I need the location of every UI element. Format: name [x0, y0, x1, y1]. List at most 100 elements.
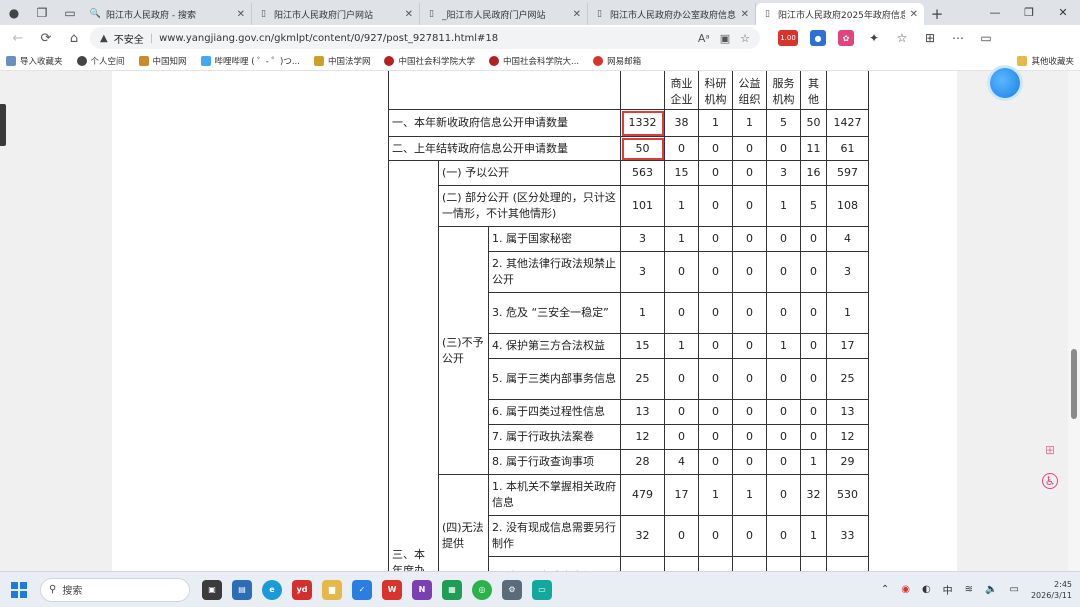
more-menu-icon[interactable]: ⋯ [950, 30, 966, 46]
bookmark-personal-space[interactable]: 个人空间 [76, 55, 125, 67]
folder-icon [6, 55, 16, 66]
start-icon[interactable] [8, 579, 30, 601]
profile-icon[interactable]: ● [0, 0, 28, 25]
extensions-puzzle-icon[interactable]: ✦ [866, 30, 882, 46]
restore-icon[interactable]: ❐ [1012, 0, 1046, 25]
floating-assistant-icon[interactable] [990, 68, 1020, 98]
close-icon[interactable]: ✕ [405, 9, 413, 20]
new-tab-button[interactable]: + [924, 3, 950, 25]
address-bar: ← ⟳ ⌂ ▲ 不安全 | www.yangjiang.gov.cn/gkmlp… [0, 25, 1080, 51]
tab-active-report[interactable]: ▯ 阳江市人民政府2025年政府信息 ✕ [756, 3, 924, 25]
page-icon: ▯ [261, 9, 266, 19]
table-row: 三、本年度办理结果 (一) 予以公开 563 15 0 0 3 16 597 [388, 160, 869, 571]
chevron-up-icon[interactable]: ⌃ [881, 584, 889, 595]
wifi-icon[interactable]: ≋ [965, 584, 973, 595]
wechat-icon[interactable]: ◎ [472, 579, 492, 600]
accessibility-icon[interactable]: ♿ [1042, 473, 1058, 489]
todo-icon[interactable]: ✓ [352, 579, 372, 600]
search-icon: 🔍 [89, 9, 102, 19]
file-explorer-icon[interactable]: ▆ [322, 579, 342, 600]
close-icon[interactable]: ✕ [741, 9, 749, 20]
bookmark-netease-mail[interactable]: 网易邮箱 [593, 55, 641, 67]
page-icon: ▯ [429, 9, 434, 19]
wps-icon[interactable]: W [382, 579, 402, 600]
volume-icon[interactable]: 🔈 [985, 584, 997, 595]
bookmark-cnki[interactable]: 中国知网 [138, 55, 187, 67]
url-field[interactable]: ▲ 不安全 | www.yangjiang.gov.cn/gkmlpt/cont… [90, 27, 760, 49]
minimize-icon[interactable]: — [978, 0, 1012, 25]
battery-icon[interactable]: ▭ [1010, 584, 1019, 595]
tray-app-icon[interactable]: ◉ [901, 584, 910, 595]
youdao-icon[interactable]: yd [292, 579, 312, 600]
close-icon[interactable]: ✕ [910, 9, 918, 20]
home-button[interactable]: ⌂ [62, 27, 86, 49]
tab-portal-2[interactable]: ▯ _阳江市人民政府门户网站 ✕ [420, 3, 588, 25]
extension-badge-icon[interactable]: 1.00 [778, 30, 798, 46]
tray-app-icon-2[interactable]: ◐ [922, 584, 931, 595]
extension-badge: 1.00 [780, 34, 796, 42]
bilibili-icon [200, 55, 211, 66]
edge-icon[interactable]: e [262, 579, 282, 600]
scrollbar-thumb[interactable] [1071, 349, 1077, 419]
page-scrollbar[interactable] [1068, 71, 1080, 571]
extension-blue-icon[interactable]: ● [810, 30, 826, 46]
settings-icon[interactable]: ⚙ [502, 579, 522, 600]
grid-tool-icon[interactable]: ⊞ [1042, 442, 1058, 458]
page-icon: ▯ [765, 9, 770, 19]
section-label: 三、本年度办理结果 [388, 160, 439, 571]
warning-icon[interactable]: ▲ [100, 33, 108, 44]
table-row: (四)无法提供 1. 本机关不掌握相关政府信息 479 17 1 1 0 32 … [389, 474, 869, 571]
task-view-icon[interactable]: ▣ [202, 579, 222, 600]
refresh-button[interactable]: ⟳ [34, 27, 58, 49]
wechat-files-icon[interactable]: ▦ [442, 579, 462, 600]
table-row: 一、本年新收政府信息公开申请数量 1332 38 1 1 5 50 1427 [388, 109, 869, 137]
taskbar-search[interactable]: ⚲ 搜索 [40, 577, 190, 602]
extension-pink-icon[interactable]: ✿ [838, 30, 854, 46]
table-row: (三)不予公开 1. 属于国家秘密 3 1 0 0 0 0 4 [389, 226, 869, 475]
read-aloud-icon[interactable]: Aᵃ [698, 32, 710, 45]
bookmark-cass-univ[interactable]: 中国社会科学院大学 [384, 55, 475, 67]
table-row: 二、上年结转政府信息公开申请数量 50 0 0 0 0 11 61 [388, 136, 869, 161]
university-icon [489, 55, 499, 66]
bookmark-law-net[interactable]: 中国法学网 [313, 55, 370, 67]
highlighted-cell: 1332 [620, 109, 665, 137]
table-row: (二) 部分公开 (区分处理的，只计这一情形，不计其他情形) 101 1 0 0… [389, 185, 869, 227]
page-viewport: 商业 企业 科研 机构 公益 组织 服务 机构 其他 一、本年新收政府信息公开申请数量 … [0, 71, 1068, 571]
workspaces-icon[interactable]: ❐ [28, 0, 56, 25]
url-text[interactable]: www.yangjiang.gov.cn/gkmlpt/content/0/92… [159, 33, 692, 44]
favorites-icon[interactable]: ☆ [894, 30, 910, 46]
tab-search[interactable]: 🔍 阳江市人民政府 - 搜索 ✕ [84, 3, 252, 25]
bookmark-bilibili[interactable]: 哔哩哔哩 ( ゜- ゜)つ... [200, 55, 300, 67]
back-button[interactable]: ← [6, 27, 30, 49]
taskbar: ⚲ 搜索 ▣ ▤ e yd ▆ ✓ W N ▦ ◎ ⚙ ▭ ⌃ ◉ ◐ 中 ≋ … [0, 571, 1080, 607]
table-header-row: 商业 企业 科研 机构 公益 组织 服务 机构 其他 [388, 71, 869, 110]
info-disclosure-table: 商业 企业 科研 机构 公益 组织 服务 机构 其他 一、本年新收政府信息公开申请数量 … [388, 71, 869, 571]
tab-office-info[interactable]: ▯ 阳江市人民政府办公室政府信息 ✕ [588, 3, 756, 25]
onenote-icon[interactable]: N [412, 579, 432, 600]
screen-cast-icon[interactable]: ▭ [532, 579, 552, 600]
close-icon[interactable]: ✕ [573, 9, 581, 20]
widgets-icon[interactable]: ▤ [232, 579, 252, 600]
bookmark-other-folder[interactable]: 其他收藏夹 [1017, 55, 1074, 67]
folder-icon [1017, 55, 1028, 66]
window-controls: — ❐ ✕ [978, 0, 1080, 25]
close-icon[interactable]: ✕ [237, 9, 245, 20]
security-label[interactable]: 不安全 [114, 31, 144, 46]
bookmark-cass-univ-2[interactable]: 中国社会科学院大... [489, 55, 579, 67]
clock[interactable]: 2:45 2026/3/11 [1031, 579, 1072, 601]
sidebar-toggle-icon[interactable]: ▭ [978, 30, 994, 46]
ime-indicator[interactable]: 中 [943, 582, 953, 597]
tab-bar: ● ❐ ▭ 🔍 阳江市人民政府 - 搜索 ✕ ▯ 阳江市人民政府门户网站 ✕ ▯… [0, 0, 1080, 25]
bookmarks-bar: 导入收藏夹 个人空间 中国知网 哔哩哔哩 ( ゜- ゜)つ... 中国法学网 中… [0, 51, 1080, 71]
tab-portal[interactable]: ▯ 阳江市人民政府门户网站 ✕ [252, 3, 420, 25]
left-edge-handle[interactable] [0, 104, 6, 146]
law-icon [313, 55, 324, 66]
bookmark-import[interactable]: 导入收藏夹 [6, 55, 63, 67]
group-label: (四)无法提供 [438, 474, 489, 571]
tab-actions-icon[interactable]: ▭ [56, 0, 84, 25]
collections-icon[interactable]: ⊞ [922, 30, 938, 46]
cnki-icon [138, 55, 149, 66]
close-window-icon[interactable]: ✕ [1046, 0, 1080, 25]
immersive-reader-icon[interactable]: ▣ [720, 32, 730, 45]
favorite-star-icon[interactable]: ☆ [740, 32, 750, 45]
